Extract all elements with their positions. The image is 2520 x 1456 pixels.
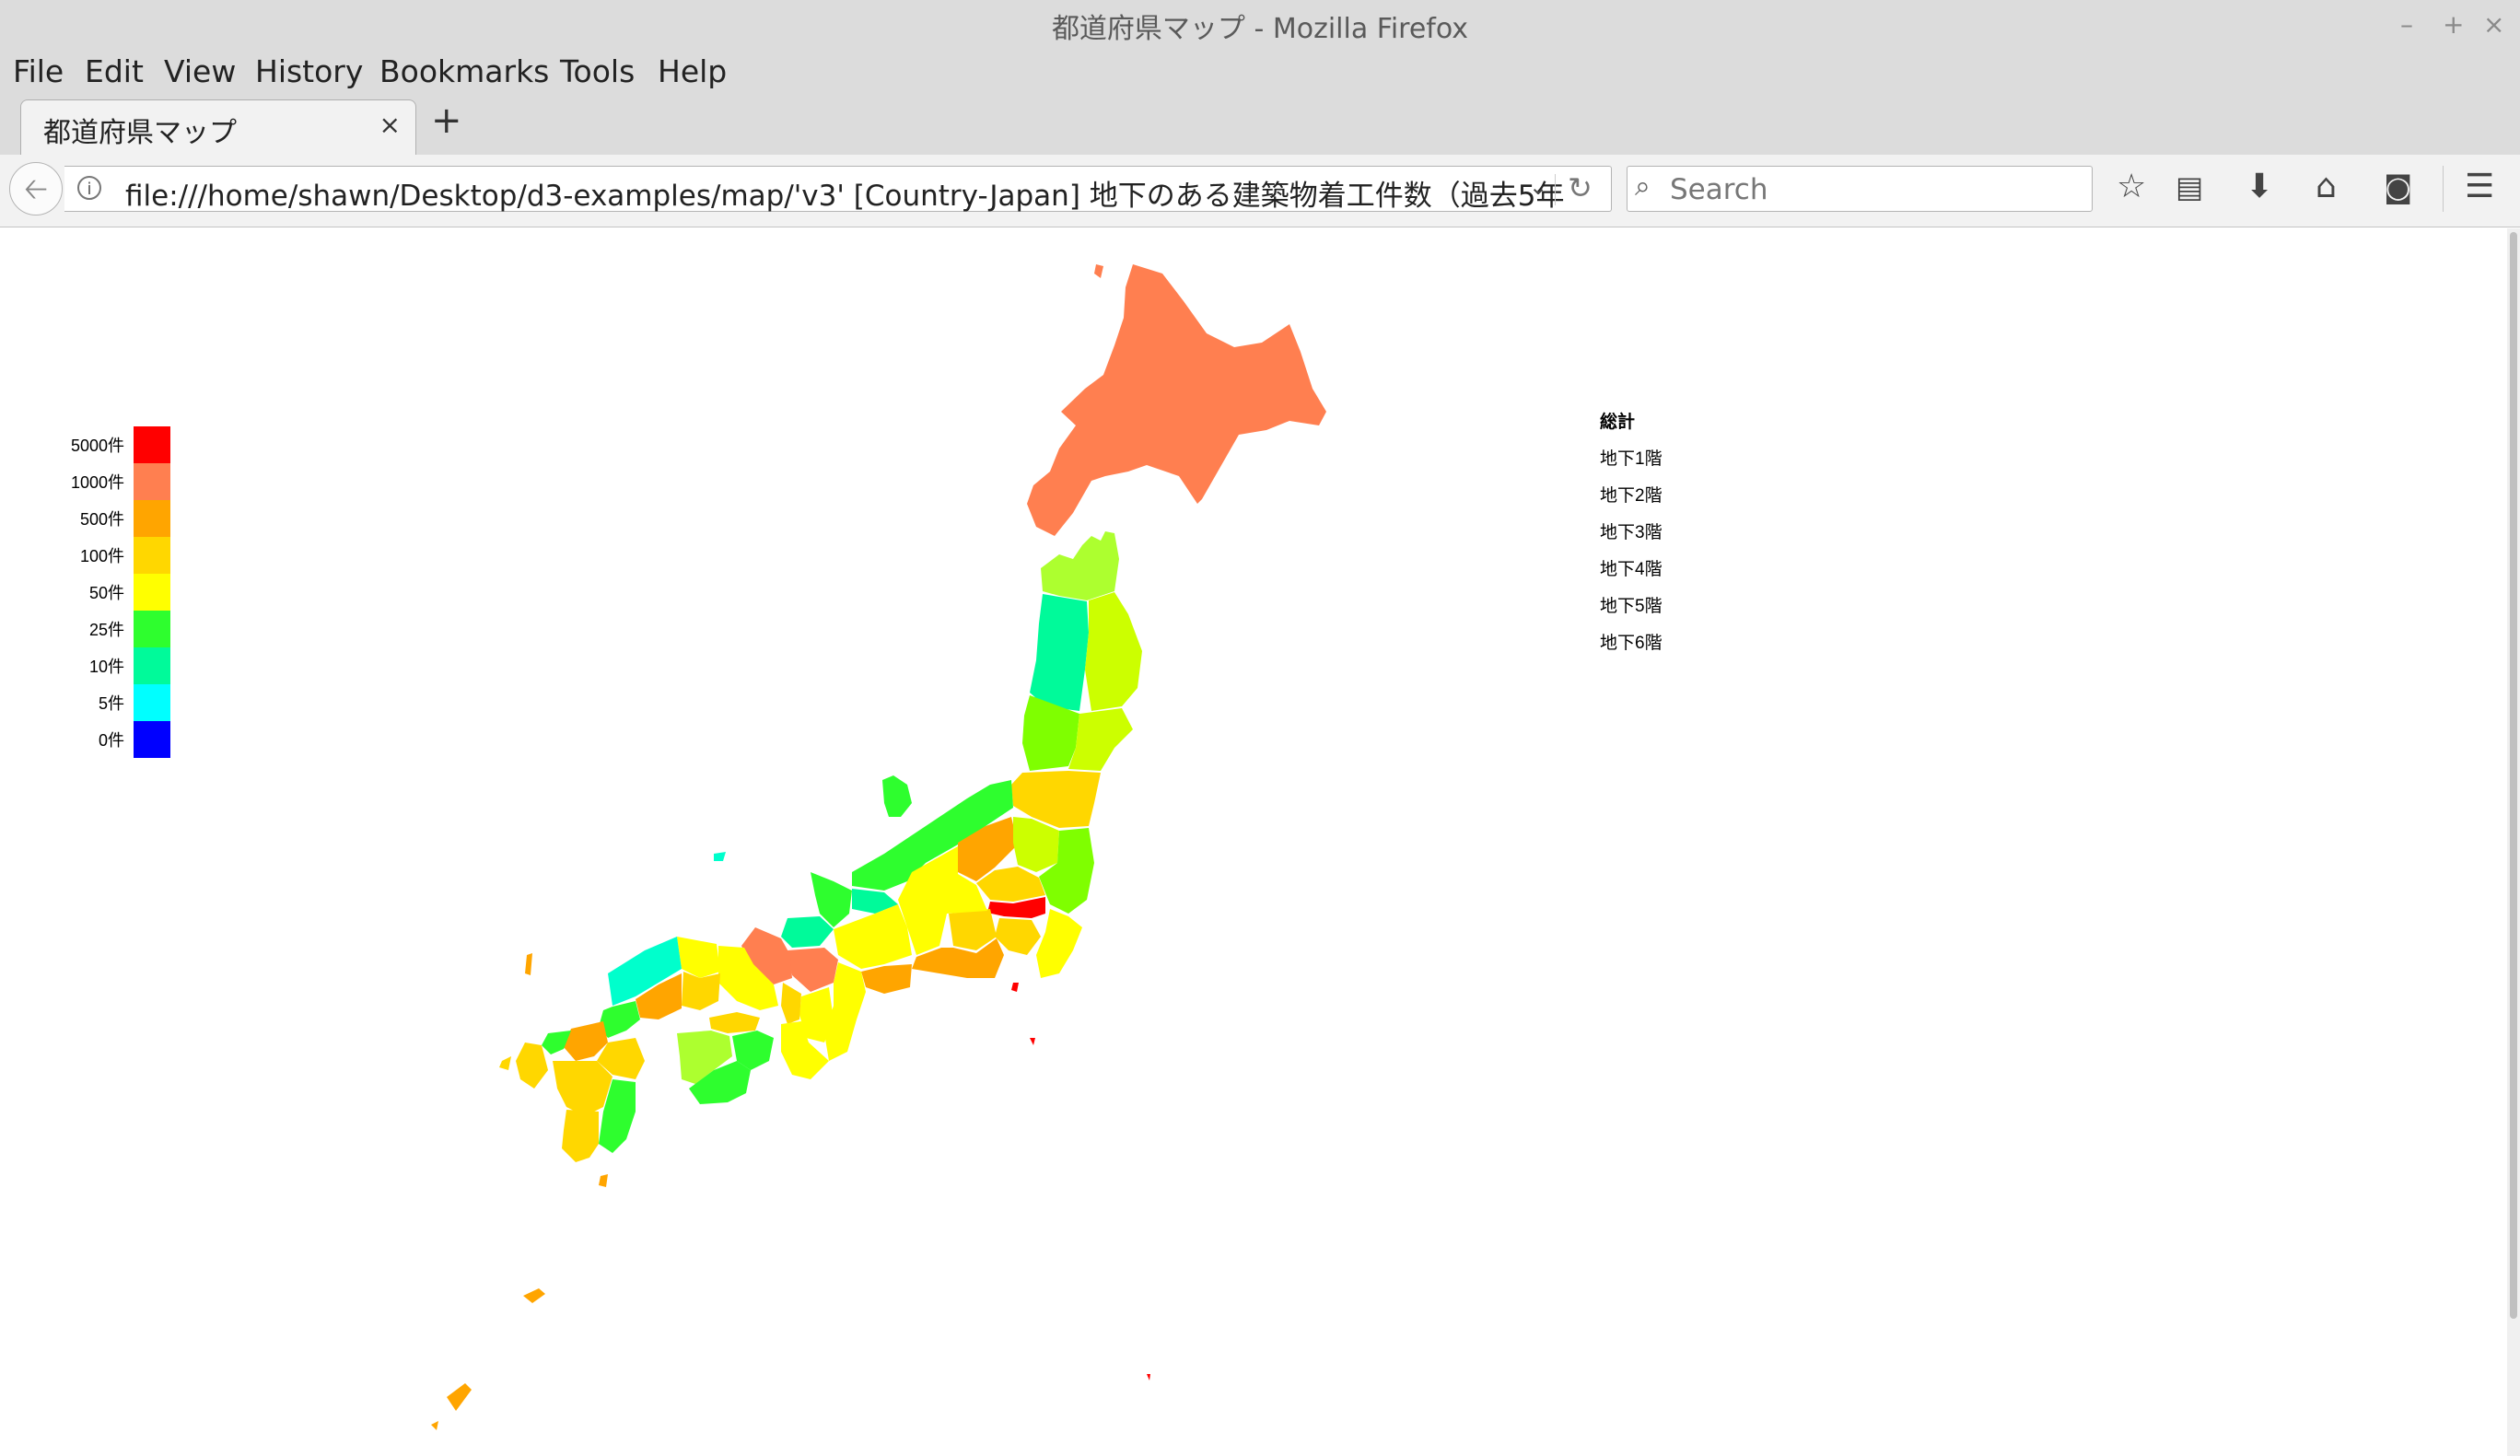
region-amami: [523, 1288, 545, 1303]
back-button[interactable]: 🡠: [9, 162, 63, 215]
region-aichi[interactable]: [861, 964, 912, 994]
menu-help[interactable]: Help: [658, 53, 727, 89]
page-scrollbar[interactable]: [2507, 228, 2520, 1456]
home-icon[interactable]: ⌂: [2316, 168, 2337, 205]
region-tsushima: [525, 953, 532, 975]
region-hokkaido-island: [1094, 264, 1103, 278]
window-title: 都道府県マップ - Mozilla Firefox: [1051, 13, 1469, 45]
region-kumamoto[interactable]: [553, 1061, 612, 1116]
tab-title: 都道府県マップ: [43, 117, 237, 149]
tab-close-icon[interactable]: ×: [379, 110, 401, 140]
page-content: 5000件 1000件 500件 100件 50件 25件 10件 5件 0件 …: [0, 227, 2505, 1456]
tab-active[interactable]: 都道府県マップ ×: [20, 99, 416, 155]
japan-map: [431, 264, 1326, 1430]
region-shiga[interactable]: [788, 948, 838, 992]
window-titlebar: 都道府県マップ - Mozilla Firefox – + ×: [0, 0, 2520, 52]
reload-icon[interactable]: ↻: [1568, 170, 1592, 205]
region-oki-islands: [714, 852, 726, 861]
download-icon[interactable]: ⬇: [2246, 168, 2273, 205]
minimize-button[interactable]: –: [2400, 9, 2413, 40]
menu-bar: File Edit View History Bookmarks Tools H…: [0, 52, 2520, 94]
search-input[interactable]: [1668, 172, 2077, 207]
url-dropdown-icon[interactable]: ⌄: [1529, 174, 1547, 200]
menu-tools[interactable]: Tools: [560, 53, 635, 89]
scrollbar-thumb[interactable]: [2510, 232, 2517, 1319]
region-izu-island-2: [1030, 1038, 1035, 1045]
menu-edit[interactable]: Edit: [85, 53, 144, 89]
region-sado-island[interactable]: [882, 775, 912, 817]
toolbar-separator: [2443, 166, 2444, 212]
region-kanagawa[interactable]: [995, 918, 1041, 955]
navigation-bar: 🡠 i file:///home/shawn/Desktop/d3-exampl…: [0, 155, 2520, 227]
region-akita[interactable]: [1030, 594, 1089, 711]
close-window-button[interactable]: ×: [2483, 9, 2504, 40]
new-tab-button[interactable]: +: [431, 99, 462, 142]
region-chiba[interactable]: [1036, 909, 1082, 978]
region-iwate[interactable]: [1085, 592, 1142, 711]
pocket-icon[interactable]: ◙: [2384, 169, 2412, 204]
region-aomori[interactable]: [1041, 531, 1119, 600]
region-fukui[interactable]: [781, 916, 834, 948]
bookmark-star-icon[interactable]: ☆: [2117, 168, 2146, 205]
site-info-icon[interactable]: i: [77, 176, 101, 200]
url-separator: [1555, 174, 1556, 205]
region-kagawa[interactable]: [709, 1012, 760, 1033]
hamburger-menu-icon[interactable]: ☰: [2465, 168, 2494, 205]
tab-bar: 都道府県マップ × +: [0, 94, 2520, 156]
region-ogasawara: [1147, 1374, 1150, 1380]
search-box[interactable]: ⌕: [1627, 166, 2093, 212]
region-okinawa-small: [431, 1421, 438, 1430]
reading-list-icon[interactable]: ▤: [2176, 169, 2203, 204]
region-izu-island-1: [1011, 983, 1019, 992]
menu-view[interactable]: View: [164, 53, 236, 89]
back-arrow-icon: 🡠: [24, 171, 48, 206]
url-text[interactable]: file:///home/shawn/Desktop/d3-examples/m…: [125, 172, 1571, 214]
region-yakushima: [599, 1174, 608, 1187]
region-kagoshima[interactable]: [562, 1110, 599, 1162]
region-okinawa: [447, 1383, 472, 1411]
region-nagasaki[interactable]: [516, 1042, 548, 1089]
region-osaka[interactable]: [781, 983, 801, 1024]
region-hokkaido[interactable]: [1027, 264, 1326, 536]
menu-file[interactable]: File: [13, 53, 64, 89]
menu-history[interactable]: History: [255, 53, 363, 89]
url-bar[interactable]: i file:///home/shawn/Desktop/d3-examples…: [64, 166, 1612, 214]
search-icon: ⌕: [1635, 170, 1651, 203]
maximize-button[interactable]: +: [2443, 9, 2464, 40]
menu-bookmarks[interactable]: Bookmarks: [379, 53, 549, 89]
region-goto-islands: [499, 1056, 511, 1070]
